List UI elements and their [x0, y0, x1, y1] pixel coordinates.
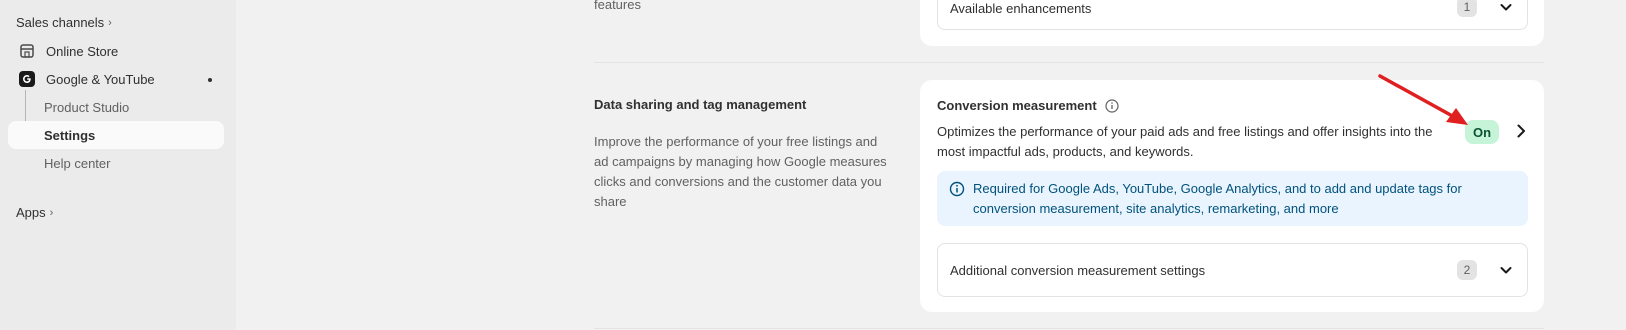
- available-enhancements-row[interactable]: Available enhancements 1: [937, 0, 1528, 30]
- chevron-right-icon[interactable]: [1512, 122, 1530, 140]
- section-title: Data sharing and tag management: [594, 97, 807, 112]
- chevron-right-icon: ›: [108, 16, 112, 29]
- sidebar-item-google-youtube[interactable]: Google & YouTube: [8, 65, 224, 93]
- chevron-right-icon: ›: [49, 206, 54, 219]
- additional-settings-label: Additional conversion measurement settin…: [950, 262, 1206, 278]
- info-circle-icon: [949, 181, 965, 197]
- sidebar-item-label: Google & YouTube: [46, 71, 155, 87]
- chevron-down-icon[interactable]: [1498, 262, 1514, 278]
- unsaved-dot-indicator: [208, 78, 212, 82]
- chevron-down-icon[interactable]: [1498, 0, 1514, 15]
- sidebar-item-product-studio[interactable]: Product Studio: [8, 93, 224, 121]
- additional-settings-count-badge: 2: [1457, 260, 1477, 280]
- features-text-partial: features: [594, 0, 641, 12]
- sidebar-item-label: Product Studio: [44, 99, 130, 115]
- sidebar-item-label: Online Store: [46, 43, 119, 59]
- apps-label: Apps: [16, 205, 46, 220]
- info-banner: Required for Google Ads, YouTube, Google…: [937, 171, 1528, 226]
- section-description: Improve the performance of your free lis…: [594, 134, 887, 209]
- sidebar-item-settings[interactable]: Settings: [8, 121, 224, 149]
- section-divider: [594, 62, 1544, 63]
- info-banner-text: Required for Google Ads, YouTube, Google…: [973, 181, 1462, 216]
- section-divider-bottom: [594, 328, 1544, 329]
- apps-header[interactable]: Apps ›: [16, 205, 53, 220]
- sidebar-item-help-center[interactable]: Help center: [8, 149, 224, 177]
- conversion-title-row: Conversion measurement: [937, 98, 1119, 113]
- sales-channels-label: Sales channels: [16, 15, 105, 30]
- enhancements-card: Available enhancements 1: [920, 0, 1544, 46]
- sidebar-item-label: Settings: [44, 127, 96, 143]
- store-icon: [18, 42, 36, 60]
- annotation-arrow-icon: [1378, 74, 1468, 125]
- conversion-title: Conversion measurement: [937, 98, 1097, 113]
- sidebar-item-label: Help center: [44, 155, 111, 171]
- sidebar-item-online-store[interactable]: Online Store: [8, 37, 224, 65]
- additional-settings-row[interactable]: Additional conversion measurement settin…: [937, 243, 1528, 297]
- conversion-description: Optimizes the performance of your paid a…: [937, 124, 1433, 159]
- sidebar: Sales channels › Online Store Google & Y…: [0, 0, 236, 330]
- google-icon: [18, 70, 36, 88]
- available-enhancements-label: Available enhancements: [950, 0, 1092, 16]
- info-icon[interactable]: [1105, 98, 1119, 113]
- sales-channels-header[interactable]: Sales channels ›: [16, 15, 112, 30]
- enhancements-count-badge: 1: [1457, 0, 1477, 17]
